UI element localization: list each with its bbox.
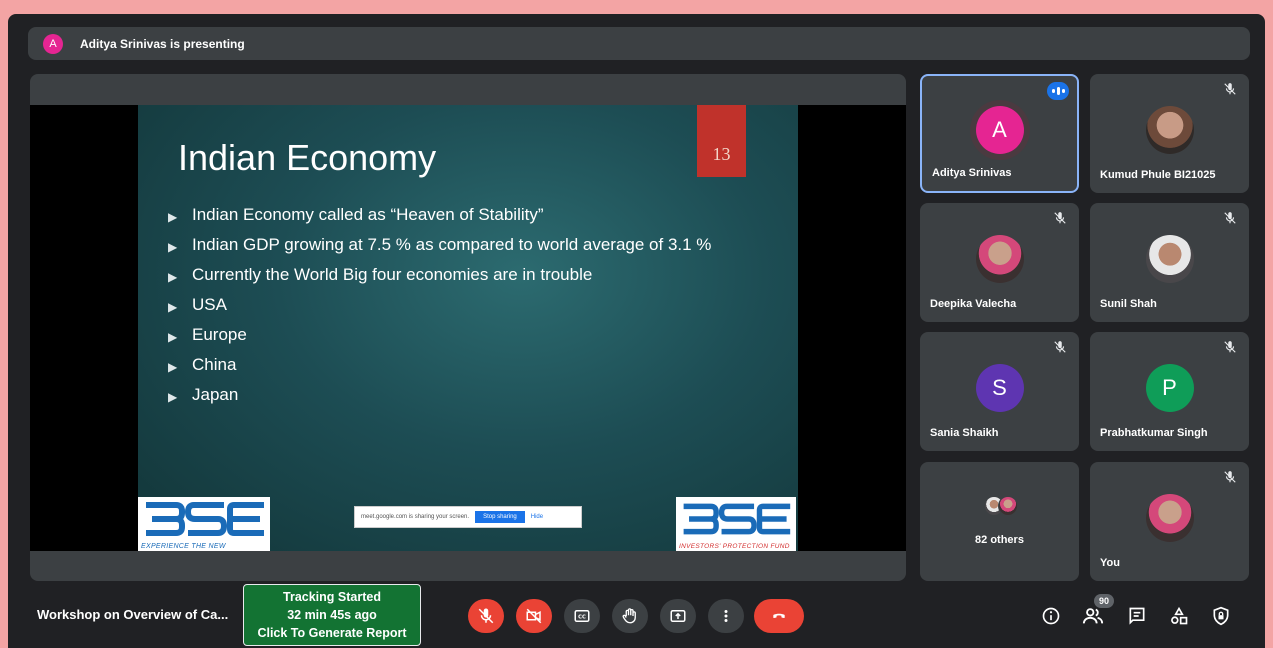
bottom-bar: Workshop on Overview of Ca... Tracking S… xyxy=(8,584,1265,648)
avatar: P xyxy=(1145,363,1194,412)
bullet-item: ▶ Europe xyxy=(168,325,788,347)
bullet-arrow-icon: ▶ xyxy=(168,270,178,284)
participant-tile[interactable]: Deepika Valecha xyxy=(920,203,1079,322)
bse-logo-left: EXPERIENCE THE NEW xyxy=(138,497,270,551)
participant-name: Aditya Srinivas xyxy=(932,167,1012,179)
slide: Indian Economy 13 ▶ Indian Economy called… xyxy=(138,105,798,551)
mic-off-icon xyxy=(478,608,494,624)
hand-icon xyxy=(622,608,636,624)
slide-number: 13 xyxy=(712,144,731,164)
participant-name: Sunil Shah xyxy=(1100,298,1157,310)
tracking-report-button[interactable]: Tracking Started 32 min 45s ago Click To… xyxy=(243,584,421,646)
participant-tile[interactable]: S Sania Shaikh xyxy=(920,332,1079,451)
camera-button[interactable] xyxy=(516,599,552,633)
bullet-arrow-icon: ▶ xyxy=(168,240,178,254)
bse-tagline-left: EXPERIENCE THE NEW xyxy=(141,543,226,550)
bse-logo-icon xyxy=(146,502,264,536)
bse-logo-right: INVESTORS' PROTECTION FUND xyxy=(676,497,796,551)
bse-tagline-right: INVESTORS' PROTECTION FUND xyxy=(679,543,790,550)
activities-icon xyxy=(1171,606,1188,625)
bullet-item: ▶ USA xyxy=(168,295,788,317)
bullet-arrow-icon: ▶ xyxy=(168,300,178,314)
participant-name: Kumud Phule BI21025 xyxy=(1100,169,1216,181)
hide-notice-link[interactable]: Hide xyxy=(531,514,543,520)
bullet-item: ▶ Indian Economy called as “Heaven of Sta… xyxy=(168,205,788,227)
mic-off-icon xyxy=(1054,341,1066,353)
presenter-banner: A Aditya Srinivas is presenting xyxy=(28,27,1250,60)
bullet-arrow-icon: ▶ xyxy=(168,390,178,404)
people-icon xyxy=(1082,608,1104,624)
bullet-item: ▶ Indian GDP growing at 7.5 % as compared… xyxy=(168,235,788,257)
meeting-details-button[interactable] xyxy=(1038,603,1064,629)
bullet-item: ▶ Japan xyxy=(168,385,788,407)
end-call-button[interactable] xyxy=(754,599,804,633)
host-controls-button[interactable] xyxy=(1208,603,1234,629)
mic-off-icon xyxy=(1224,471,1236,483)
participant-name: Deepika Valecha xyxy=(930,298,1017,310)
mic-off-icon xyxy=(1224,83,1236,95)
hang-up-icon xyxy=(773,613,785,619)
avatar xyxy=(1145,234,1194,283)
meeting-title[interactable]: Workshop on Overview of Ca... xyxy=(37,607,228,622)
bse-logo-icon xyxy=(683,503,791,535)
camera-off-icon xyxy=(526,608,542,624)
presentation-stage: Indian Economy 13 ▶ Indian Economy called… xyxy=(30,74,906,581)
chat-button[interactable] xyxy=(1124,603,1150,629)
self-tile[interactable]: You xyxy=(1090,462,1249,581)
bullet-arrow-icon: ▶ xyxy=(168,330,178,344)
stop-sharing-button[interactable]: Stop sharing xyxy=(475,511,525,523)
bullet-item: ▶ China xyxy=(168,355,788,377)
participant-tile[interactable]: P Prabhatkumar Singh xyxy=(1090,332,1249,451)
slide-title: Indian Economy xyxy=(178,137,437,178)
participant-tile[interactable]: Sunil Shah xyxy=(1090,203,1249,322)
shield-lock-icon xyxy=(1213,606,1229,626)
mic-off-icon xyxy=(1054,212,1066,224)
avatar xyxy=(1145,493,1194,542)
bullet-arrow-icon: ▶ xyxy=(168,210,178,224)
captions-icon: CC xyxy=(574,610,590,622)
meet-window: A Aditya Srinivas is presenting Indian E… xyxy=(8,14,1265,648)
share-notice-text: meet.google.com is sharing your screen. xyxy=(361,514,470,520)
screen-share-notice: meet.google.com is sharing your screen. … xyxy=(354,506,582,528)
bullet-item: ▶ Currently the World Big four economies … xyxy=(168,265,788,287)
participant-name: You xyxy=(1100,557,1120,569)
avatar: S xyxy=(975,363,1024,412)
avatar: A xyxy=(975,105,1024,154)
participant-tile[interactable]: A Aditya Srinivas xyxy=(920,74,1079,193)
slide-number-tab: 13 xyxy=(697,105,746,177)
others-count: 82 others xyxy=(975,534,1024,546)
avatar xyxy=(1145,105,1194,154)
info-icon xyxy=(1042,607,1060,625)
mic-off-icon xyxy=(1224,341,1236,353)
others-tile[interactable]: 82 others xyxy=(920,462,1079,581)
more-options-button[interactable] xyxy=(708,599,744,633)
avatar xyxy=(997,496,1018,516)
more-vertical-icon xyxy=(724,610,728,622)
captions-button[interactable]: CC xyxy=(564,599,600,633)
presenter-text: Aditya Srinivas is presenting xyxy=(80,36,245,51)
speaking-indicator-icon xyxy=(1047,82,1069,100)
participant-name: Prabhatkumar Singh xyxy=(1100,427,1208,439)
activities-button[interactable] xyxy=(1166,603,1192,629)
raise-hand-button[interactable] xyxy=(612,599,648,633)
participant-count-badge: 90 xyxy=(1094,594,1114,608)
presenter-avatar: A xyxy=(43,33,63,54)
microphone-button[interactable] xyxy=(468,599,504,633)
participant-name: Sania Shaikh xyxy=(930,427,999,439)
avatar xyxy=(975,234,1024,283)
slide-bullets: ▶ Indian Economy called as “Heaven of Sta… xyxy=(168,205,788,415)
present-button[interactable] xyxy=(660,599,696,633)
mic-off-icon xyxy=(1224,212,1236,224)
present-screen-icon xyxy=(670,610,686,622)
bullet-arrow-icon: ▶ xyxy=(168,360,178,374)
participant-tile[interactable]: Kumud Phule BI21025 xyxy=(1090,74,1249,193)
others-avatars xyxy=(983,496,1018,516)
svg-text:CC: CC xyxy=(578,615,586,621)
chat-icon xyxy=(1129,607,1145,625)
